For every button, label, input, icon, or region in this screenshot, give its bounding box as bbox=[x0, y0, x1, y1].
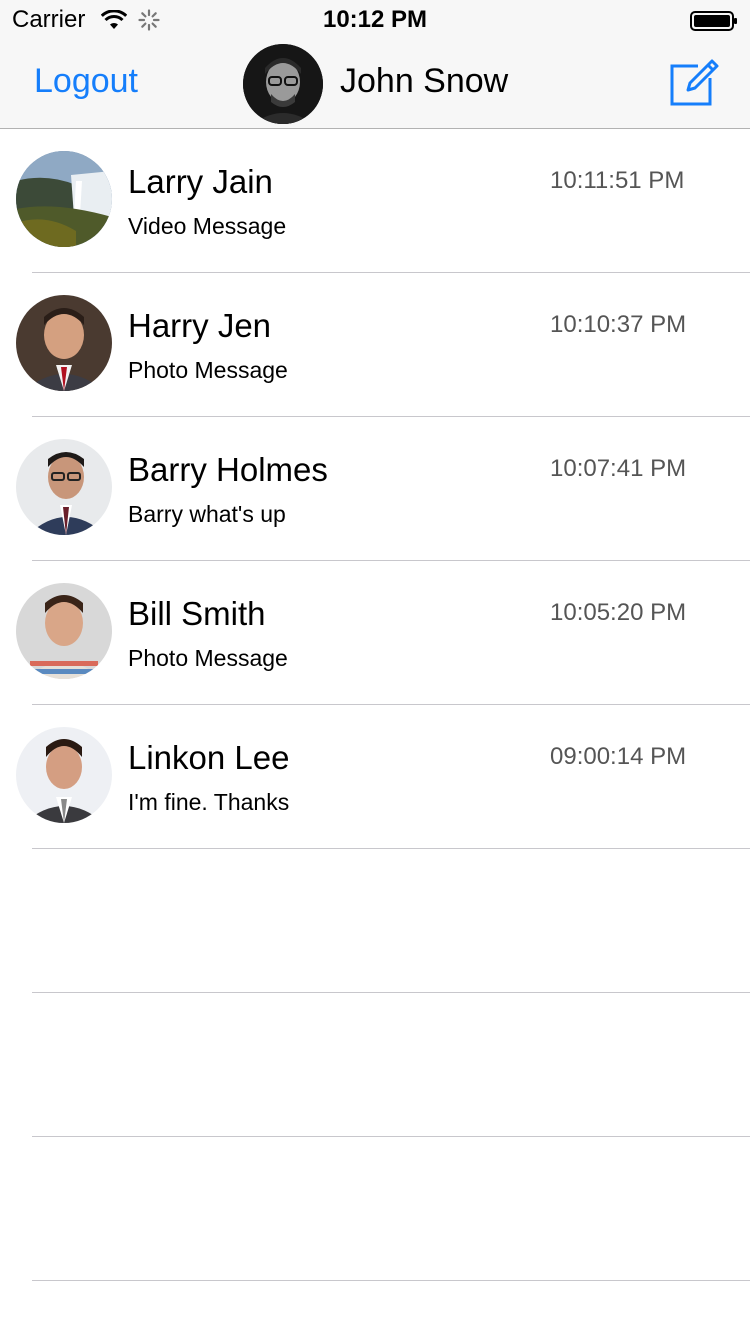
message-preview: I'm fine. Thanks bbox=[128, 789, 290, 815]
contact-avatar bbox=[16, 439, 112, 535]
conversation-row[interactable]: Linkon Lee I'm fine. Thanks 09:00:14 PM bbox=[0, 705, 750, 849]
message-time: 09:00:14 PM bbox=[550, 743, 687, 770]
empty-row bbox=[0, 849, 750, 993]
logout-button[interactable]: Logout bbox=[34, 62, 138, 101]
empty-row bbox=[0, 1137, 750, 1281]
conversation-row[interactable]: Harry Jen Photo Message 10:10:37 PM bbox=[0, 273, 750, 417]
contact-name: Linkon Lee bbox=[128, 739, 290, 776]
contact-avatar bbox=[16, 295, 112, 391]
contact-avatar bbox=[16, 727, 112, 823]
conversation-row[interactable]: Larry Jain Video Message 10:11:51 PM bbox=[0, 129, 750, 273]
battery-icon bbox=[690, 11, 737, 31]
empty-row bbox=[0, 993, 750, 1137]
contact-name: Barry Holmes bbox=[128, 451, 328, 488]
conversation-row[interactable]: Bill Smith Photo Message 10:05:20 PM bbox=[0, 561, 750, 705]
message-preview: Photo Message bbox=[128, 645, 288, 671]
message-time: 10:07:41 PM bbox=[550, 455, 687, 482]
contact-name: Bill Smith bbox=[128, 595, 266, 632]
conversation-row[interactable]: Barry Holmes Barry what's up 10:07:41 PM bbox=[0, 417, 750, 561]
message-time: 10:11:51 PM bbox=[550, 167, 685, 194]
message-time: 10:05:20 PM bbox=[550, 599, 687, 626]
nav-title: John Snow bbox=[340, 62, 509, 100]
current-user-avatar bbox=[243, 44, 323, 124]
message-time: 10:10:37 PM bbox=[550, 311, 687, 338]
row-divider bbox=[32, 1280, 750, 1281]
contact-avatar bbox=[16, 583, 112, 679]
message-preview: Photo Message bbox=[128, 357, 288, 383]
message-preview: Barry what's up bbox=[128, 501, 286, 527]
conversation-list: Larry Jain Video Message 10:11:51 PM Har… bbox=[0, 129, 750, 1281]
contact-avatar bbox=[16, 151, 112, 247]
message-preview: Video Message bbox=[128, 213, 287, 239]
status-time: 10:12 PM bbox=[322, 6, 428, 33]
contact-name: Harry Jen bbox=[128, 307, 272, 344]
contact-name: Larry Jain bbox=[128, 163, 273, 200]
status-bar: Carrier 10:12 PM bbox=[0, 0, 750, 40]
navigation-bar: Logout John Snow bbox=[0, 40, 750, 129]
compose-icon[interactable] bbox=[668, 56, 720, 108]
